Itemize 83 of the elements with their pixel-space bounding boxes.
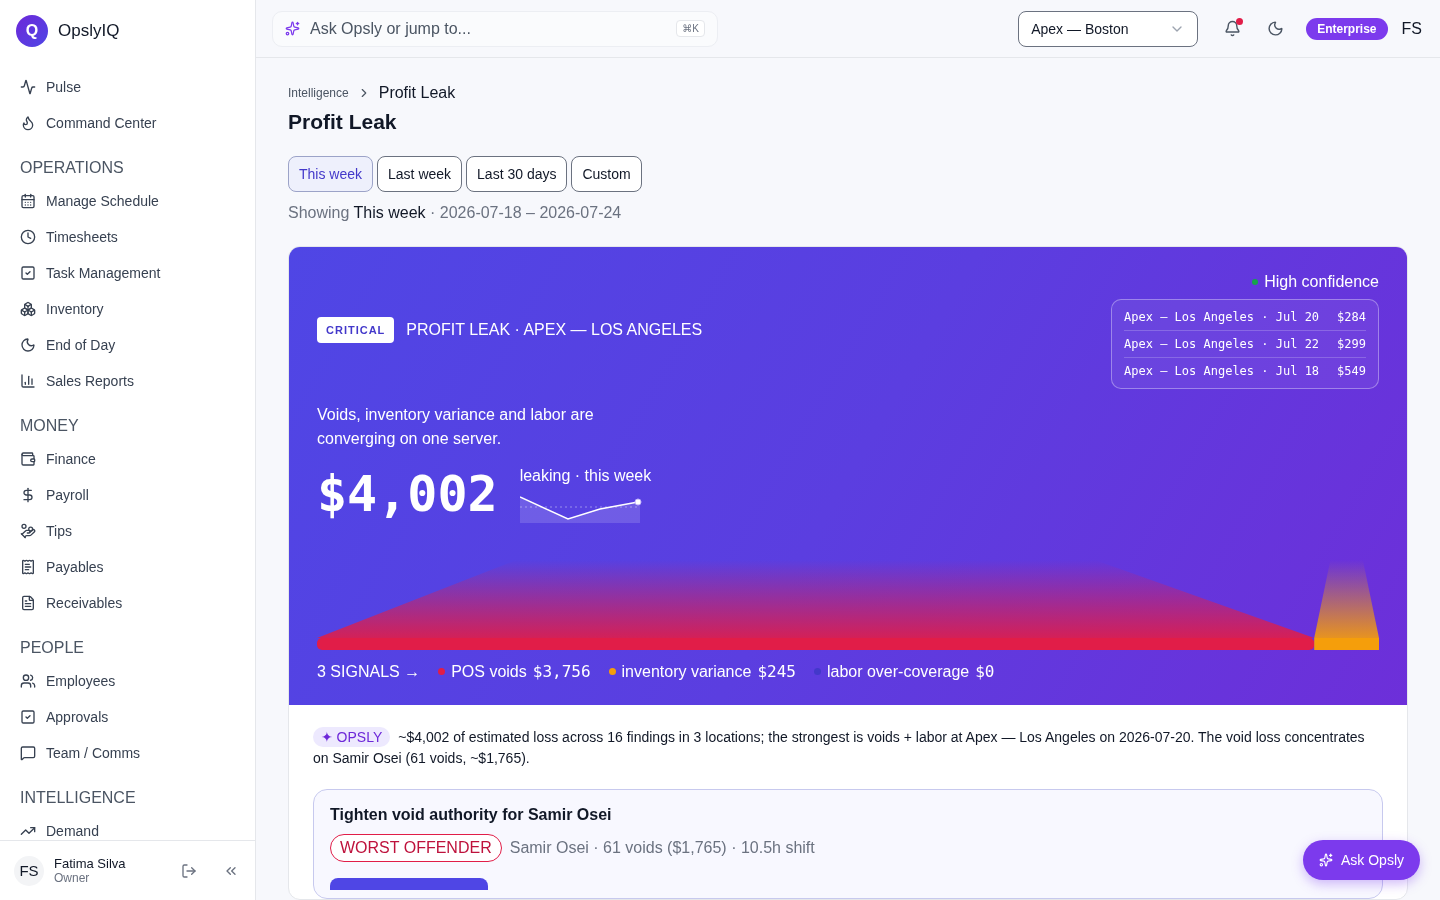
sidebar-item[interactable]: Receivables xyxy=(12,585,243,621)
range-tab[interactable]: Custom xyxy=(571,156,642,192)
action-title: Tighten void authority for Samir Osei xyxy=(330,806,613,824)
flame-icon xyxy=(20,115,36,131)
action-detail: Samir Osei · 61 voids ($1,765) · 10.5h shift xyxy=(509,839,815,857)
pulse-icon xyxy=(20,79,36,95)
user-name: Fatima Silva xyxy=(54,856,127,871)
sidebar-item[interactable]: Employees xyxy=(12,663,243,699)
logo-icon: Q xyxy=(16,15,48,47)
users-icon xyxy=(20,673,36,689)
day-amount: $284 xyxy=(1337,310,1366,324)
wallet-icon xyxy=(20,451,36,467)
range-tab[interactable]: Last 30 days xyxy=(466,156,568,192)
sidebar-item[interactable]: Timesheets xyxy=(12,219,243,255)
confidence-label: High confidence xyxy=(1264,273,1379,291)
range-summary: Showing This week · 2026-07-18 – 2026-07-24 xyxy=(288,204,623,222)
calendar-icon xyxy=(20,193,36,209)
signal-value: $3,756 xyxy=(532,662,591,681)
leak-amount: $4,002 xyxy=(317,469,498,519)
sidebar-item[interactable]: End of Day xyxy=(12,327,243,363)
insight-text: ✦ OPSLY ~$4,002 of estimated loss across 16 findings in 3 locations; the strongest is voids + labor at Apex — Los Angeles on 2026-07-20. The void loss concentrates on Samir Osei (61 voids, ~$1,765). xyxy=(313,727,1366,768)
sidebar-item[interactable]: Approvals xyxy=(12,699,243,735)
signal-label: inventory variance xyxy=(621,662,752,681)
page-title: Profit Leak xyxy=(288,110,398,134)
opsly-tag: ✦ OPSLY xyxy=(313,727,391,747)
dollar-icon xyxy=(20,487,36,503)
range-tab[interactable]: Last week xyxy=(377,156,463,192)
plan-badge: Enterprise xyxy=(1306,17,1388,40)
section-title: OPERATIONS xyxy=(19,158,125,178)
sidebar-item[interactable]: Tips xyxy=(12,513,243,549)
hero-summary: Voids, inventory variance and labor are converging on one server. xyxy=(317,405,595,449)
trend-label: leaking · this week xyxy=(519,467,652,485)
ask-opsly-button[interactable]: Ask Opsly xyxy=(1303,840,1420,880)
sidebar-item[interactable]: Payables xyxy=(12,549,243,585)
location-select[interactable]: Apex — Boston xyxy=(1018,10,1199,47)
breadcrumb-current: Profit Leak xyxy=(378,84,456,102)
sidebar-item[interactable]: Manage Schedule xyxy=(12,183,243,219)
brand-name: OpslyIQ xyxy=(58,21,120,41)
section-title: INTELLIGENCE xyxy=(19,788,137,808)
user-avatar: FS xyxy=(14,855,44,886)
chat-icon xyxy=(20,745,36,761)
checkbox-icon xyxy=(20,265,36,281)
day-label: Apex — Los Angeles · Jul 22 xyxy=(1124,337,1320,351)
sparkle-icon xyxy=(1319,853,1333,867)
range-tab[interactable]: This week xyxy=(288,156,374,192)
hand-coins-icon xyxy=(20,523,36,539)
shortcut-hint: ⌘K xyxy=(676,20,705,37)
user-initials[interactable]: FS xyxy=(1401,19,1422,38)
moon-icon xyxy=(20,337,36,353)
breadcrumb-link[interactable]: Intelligence xyxy=(288,86,349,100)
sidebar-item[interactable]: Payroll xyxy=(12,477,243,513)
checkbox-icon xyxy=(20,709,36,725)
sidebar-item[interactable]: Command Center xyxy=(12,105,243,141)
bar-chart-icon xyxy=(20,373,36,389)
day-label: Apex — Los Angeles · Jul 18 xyxy=(1124,364,1320,378)
day-amount: $549 xyxy=(1337,364,1366,378)
offender-badge: WORST OFFENDER xyxy=(330,834,502,862)
boxes-icon xyxy=(20,301,36,317)
sparkle-icon xyxy=(285,21,300,36)
signal-value: $0 xyxy=(975,662,995,681)
day-amount: $299 xyxy=(1337,337,1366,351)
sidebar-item[interactable]: Pulse xyxy=(12,69,243,105)
user-role: Owner xyxy=(54,871,91,885)
signals-link[interactable]: 3 SIGNALS → xyxy=(317,662,421,681)
document-icon xyxy=(20,595,36,611)
section-title: PEOPLE xyxy=(19,638,86,658)
section-title: MONEY xyxy=(19,416,80,436)
hero-headline: PROFIT LEAK · APEX — LOS ANGELES xyxy=(406,321,703,339)
day-label: Apex — Los Angeles · Jul 20 xyxy=(1124,310,1320,324)
sidebar-item[interactable]: Sales Reports xyxy=(12,363,243,399)
sidebar-item[interactable]: Task Management xyxy=(12,255,243,291)
signal-label: labor over-coverage xyxy=(826,662,970,681)
sidebar-item[interactable]: Demand xyxy=(12,813,243,840)
clock-icon xyxy=(20,229,36,245)
sidebar-item[interactable]: Team / Comms xyxy=(12,735,243,771)
sidebar-item[interactable]: Finance xyxy=(12,441,243,477)
severity-badge: CRITICAL xyxy=(317,317,395,343)
receipt-icon xyxy=(20,559,36,575)
search-input[interactable]: Ask Opsly or jump to... xyxy=(308,18,669,39)
sidebar-item[interactable]: Inventory xyxy=(12,291,243,327)
signal-label: POS voids xyxy=(451,662,527,681)
search-bar[interactable]: Ask Opsly or jump to... ⌘K xyxy=(272,10,718,47)
signal-value: $245 xyxy=(757,662,796,681)
